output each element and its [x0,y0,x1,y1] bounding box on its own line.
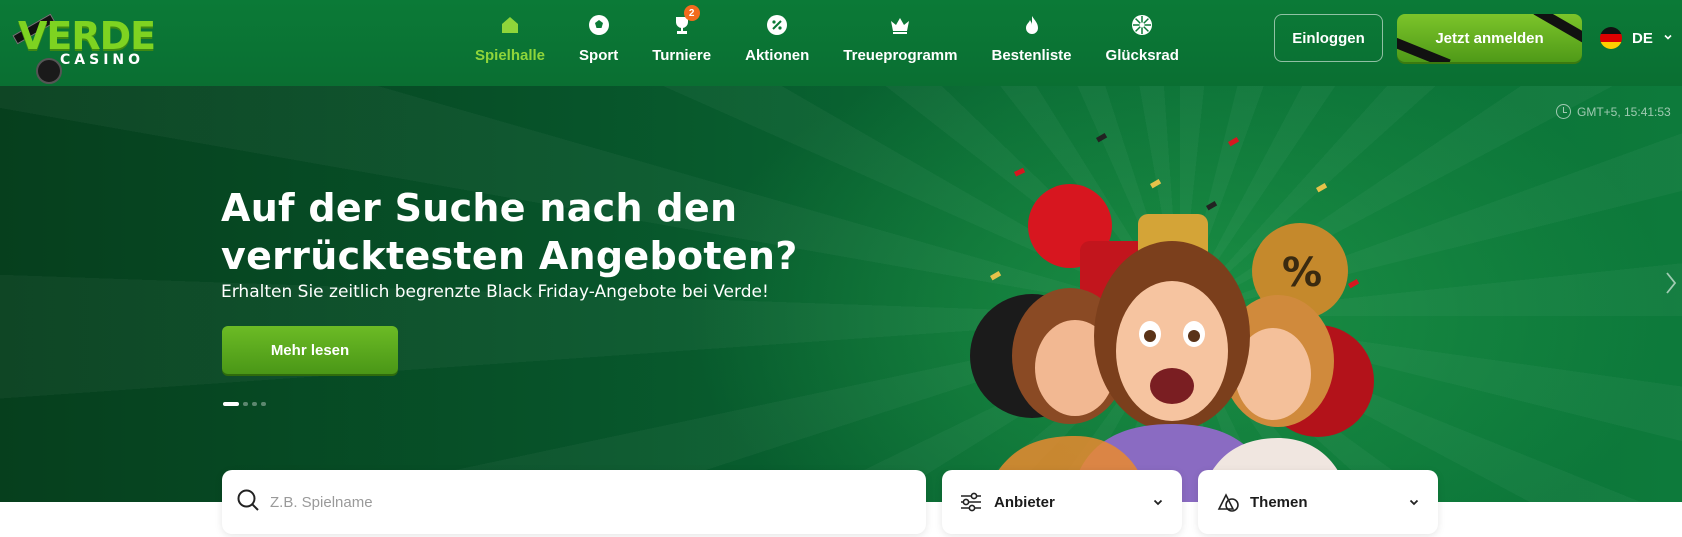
nav-label: Treueprogramm [843,47,958,64]
hero-title: Auf der Suche nach den verrücktesten Ang… [221,184,841,280]
nav-item-sport[interactable]: Sport [562,10,635,70]
notification-badge: 2 [683,5,700,21]
nav-label: Sport [579,47,619,64]
nav-item-gluecksrad[interactable]: Glücksrad [1089,10,1196,70]
big-sale-badge [36,58,62,84]
percent-badge-icon [765,13,789,37]
hero-illustration-celebrating-girls: % [960,106,1380,502]
soccer-ball-icon [587,13,611,37]
wheel-icon [1130,13,1154,37]
themes-filter-label: Themen [1250,493,1308,511]
nav-label: Spielhalle [475,47,546,64]
svg-text:%: % [1282,250,1322,296]
slider-dot[interactable] [261,402,266,406]
nav-item-treueprogramm[interactable]: Treueprogramm [826,10,974,70]
sliders-icon [960,491,984,513]
register-button[interactable]: Jetzt anmelden [1397,14,1582,62]
nav-label: Bestenliste [991,47,1072,64]
slider-dot[interactable] [243,402,248,406]
german-flag-icon [1600,27,1622,49]
nav-label: Glücksrad [1105,47,1179,64]
home-icon [498,13,522,37]
slider-dot[interactable] [252,402,257,406]
themes-filter-dropdown[interactable]: Themen [1198,470,1438,534]
nav-label: Turniere [652,47,712,64]
nav-item-spielhalle[interactable]: Spielhalle [458,10,562,70]
read-more-button[interactable]: Mehr lesen [222,326,398,374]
site-header: VERDE CASINO Spielhalle Sport 2 Turniere [0,0,1682,86]
register-button-label: Jetzt anmelden [1435,29,1544,47]
flame-icon [1020,13,1044,37]
chevron-down-icon [1408,496,1420,508]
clock-text: GMT+5, 15:41:53 [1577,104,1671,119]
game-search-box [222,470,926,534]
language-code: DE [1632,29,1653,47]
verde-casino-logo[interactable]: VERDE CASINO [10,12,156,84]
chevron-down-icon [1663,29,1673,47]
chevron-right-icon [1665,271,1677,300]
logo-subtitle: CASINO [60,52,145,68]
chevron-down-icon [1152,496,1164,508]
shapes-icon [1216,491,1240,513]
nav-item-aktionen[interactable]: Aktionen [728,10,826,70]
login-button[interactable]: Einloggen [1274,14,1383,62]
hero-subtitle: Erhalten Sie zeitlich begrenzte Black Fr… [221,282,769,302]
server-clock: GMT+5, 15:41:53 [1556,104,1671,119]
provider-filter-label: Anbieter [994,493,1055,511]
nav-item-turniere[interactable]: 2 Turniere [635,5,728,70]
search-input[interactable] [270,493,890,511]
hero-title-line-2: verrücktesten Angeboten? [221,234,798,278]
crown-icon [888,13,912,37]
provider-filter-dropdown[interactable]: Anbieter [942,470,1182,534]
slider-dot[interactable] [223,402,239,406]
slider-pagination [223,402,266,406]
hero-banner: GMT+5, 15:41:53 % Auf der Suche nach den… [0,86,1682,502]
search-icon [236,488,260,517]
language-selector[interactable]: DE [1600,24,1673,52]
hero-title-line-1: Auf der Suche nach den [221,186,738,230]
nav-item-bestenliste[interactable]: Bestenliste [974,10,1088,70]
nav-label: Aktionen [745,47,810,64]
clock-icon [1556,104,1571,119]
main-nav: Spielhalle Sport 2 Turniere Aktionen Tre… [458,5,1196,70]
slider-next-arrow[interactable] [1664,271,1678,300]
